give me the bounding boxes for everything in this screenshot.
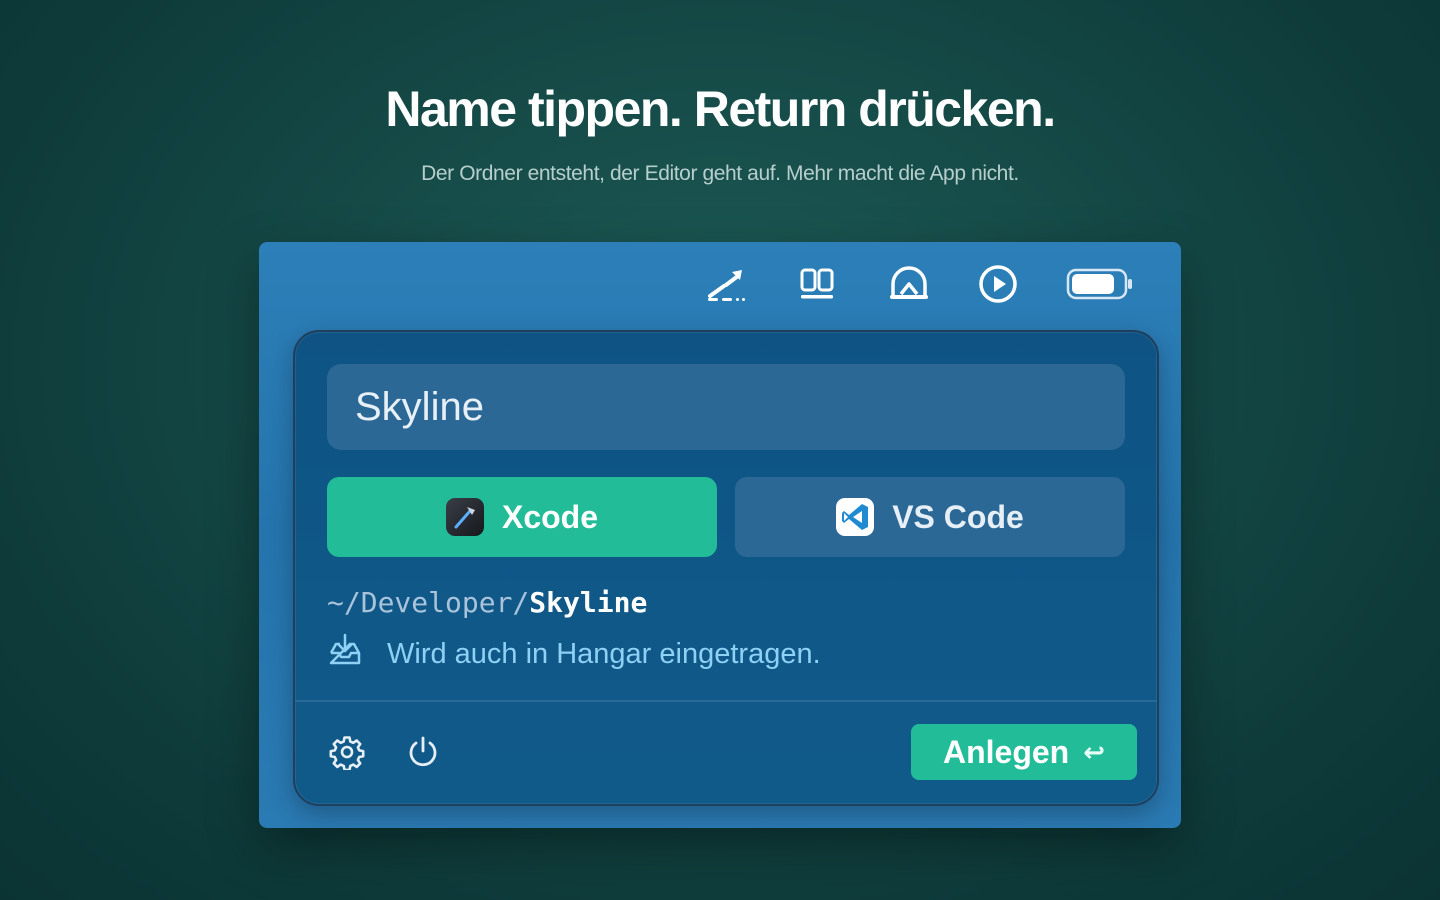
power-icon[interactable] — [403, 732, 443, 772]
path-prefix: ~/Developer/ — [327, 586, 530, 619]
footer-divider — [295, 700, 1157, 702]
vscode-button[interactable]: VS Code — [735, 477, 1125, 557]
xcode-label: Xcode — [501, 498, 599, 535]
play-circle-icon[interactable] — [975, 262, 1021, 306]
split-view-icon[interactable] — [793, 262, 841, 306]
create-button[interactable]: Anlegen ↩ — [911, 724, 1137, 780]
vscode-label: VS Code — [892, 498, 1024, 535]
launch-ramp-icon[interactable] — [701, 262, 751, 306]
return-key-icon: ↩ — [1083, 736, 1106, 767]
project-name-value: Skyline — [355, 384, 484, 429]
tray-download-icon — [327, 632, 363, 676]
target-path: ~/Developer/Skyline — [327, 586, 647, 619]
project-name-input[interactable]: Skyline — [327, 364, 1125, 450]
new-project-popover: Skyline Xcode VS Code ~/Developer/Skylin… — [293, 330, 1159, 806]
page-title: Name tippen. Return drücken. — [385, 81, 1056, 137]
xcode-button[interactable]: Xcode — [327, 477, 717, 557]
hangar-info: Wird auch in Hangar eingetragen. — [327, 632, 821, 676]
page-subtitle: Der Ordner entsteht, der Editor geht auf… — [421, 162, 1019, 185]
battery-icon[interactable] — [1063, 262, 1137, 306]
path-project-name: Skyline — [529, 586, 648, 619]
vscode-icon — [836, 498, 875, 536]
gear-icon[interactable] — [327, 732, 367, 772]
hangar-icon[interactable] — [883, 262, 935, 306]
create-button-label: Anlegen — [942, 733, 1070, 770]
hangar-info-text: Wird auch in Hangar eingetragen. — [387, 637, 821, 670]
desktop-screenshot: Skyline Xcode VS Code ~/Developer/Skylin… — [259, 242, 1181, 828]
xcode-icon — [445, 498, 484, 536]
